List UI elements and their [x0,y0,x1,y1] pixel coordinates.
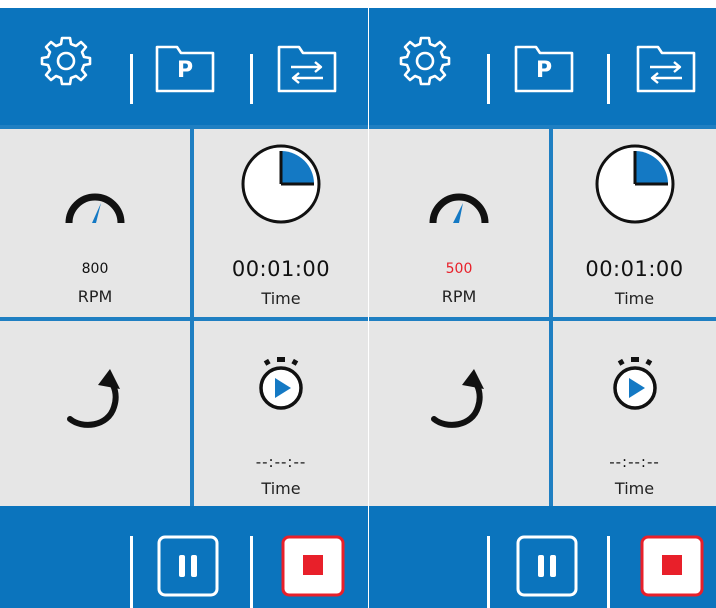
header-bar: P [0,8,368,125]
speedometer-icon [429,193,489,224]
time-setting-tile[interactable]: 00:01:00 Time [553,129,716,317]
rotate-clockwise-icon [431,369,484,428]
pause-button[interactable] [154,532,222,600]
stop-icon [281,535,345,597]
folder-transfer-icon [636,45,696,93]
clock-icon [241,144,321,224]
speed-value: 800 [81,261,109,277]
settings-button[interactable] [36,30,96,90]
elapsed-time-tile[interactable]: --:--:-- Time [194,321,368,506]
transfer-folder-button[interactable] [272,36,342,98]
stop-icon [640,535,704,597]
stop-button[interactable] [278,532,348,600]
elapsed-time-label: Time [261,479,301,498]
transfer-folder-button[interactable] [631,36,701,98]
speed-tile[interactable]: 500 RPM [369,129,549,317]
footer-divider [487,536,490,608]
program-folder-button[interactable]: P [150,36,220,98]
stopwatch-play-icon [259,357,303,410]
header-divider [250,54,253,104]
time-label: Time [261,289,301,308]
folder-letter: P [176,58,194,83]
footer-bar [369,506,716,608]
header-divider [130,54,133,104]
speed-unit: RPM [441,287,477,306]
gear-icon [40,36,92,86]
elapsed-time-value: --:--:-- [609,453,660,471]
time-label: Time [614,289,655,308]
footer-divider [607,536,610,608]
time-setting-tile[interactable]: 00:01:00 Time [194,129,368,317]
stopwatch-play-icon [612,357,657,410]
pause-icon [157,535,219,597]
status-grid: 500 RPM 00:01:00 Time --:--:-- Time [369,125,716,506]
stop-button[interactable] [637,532,707,600]
speed-unit: RPM [77,287,113,306]
comparison-figure: P 800 RPM 00:01:00 Time --:--:-- Time P … [0,0,716,608]
device-screen-left: P 800 RPM 00:01:00 Time --:--:-- Time [0,0,368,608]
header-divider [487,54,490,104]
rotate-clockwise-icon [67,369,120,428]
direction-tile[interactable] [0,321,190,506]
device-screen-right: P 500 RPM 00:01:00 Time --:--:-- Time [369,0,716,608]
pause-icon [516,535,578,597]
clock-icon [595,144,674,224]
header-bar: P [369,8,716,125]
pause-button[interactable] [513,532,581,600]
speed-value: 500 [445,261,473,277]
footer-divider [250,536,253,608]
program-folder-button[interactable]: P [509,36,579,98]
settings-button[interactable] [395,30,455,90]
folder-letter: P [535,58,553,83]
elapsed-time-tile[interactable]: --:--:-- Time [553,321,716,506]
elapsed-time-label: Time [614,479,655,498]
speed-tile[interactable]: 800 RPM [0,129,190,317]
direction-tile[interactable] [369,321,549,506]
time-value: 00:01:00 [585,257,684,281]
footer-bar [0,506,368,608]
gear-icon [399,36,451,86]
header-divider [607,54,610,104]
folder-transfer-icon [277,45,337,93]
status-grid: 800 RPM 00:01:00 Time --:--:-- Time [0,125,368,506]
speedometer-icon [65,193,125,224]
footer-divider [130,536,133,608]
time-value: 00:01:00 [231,257,331,281]
elapsed-time-value: --:--:-- [255,453,307,471]
